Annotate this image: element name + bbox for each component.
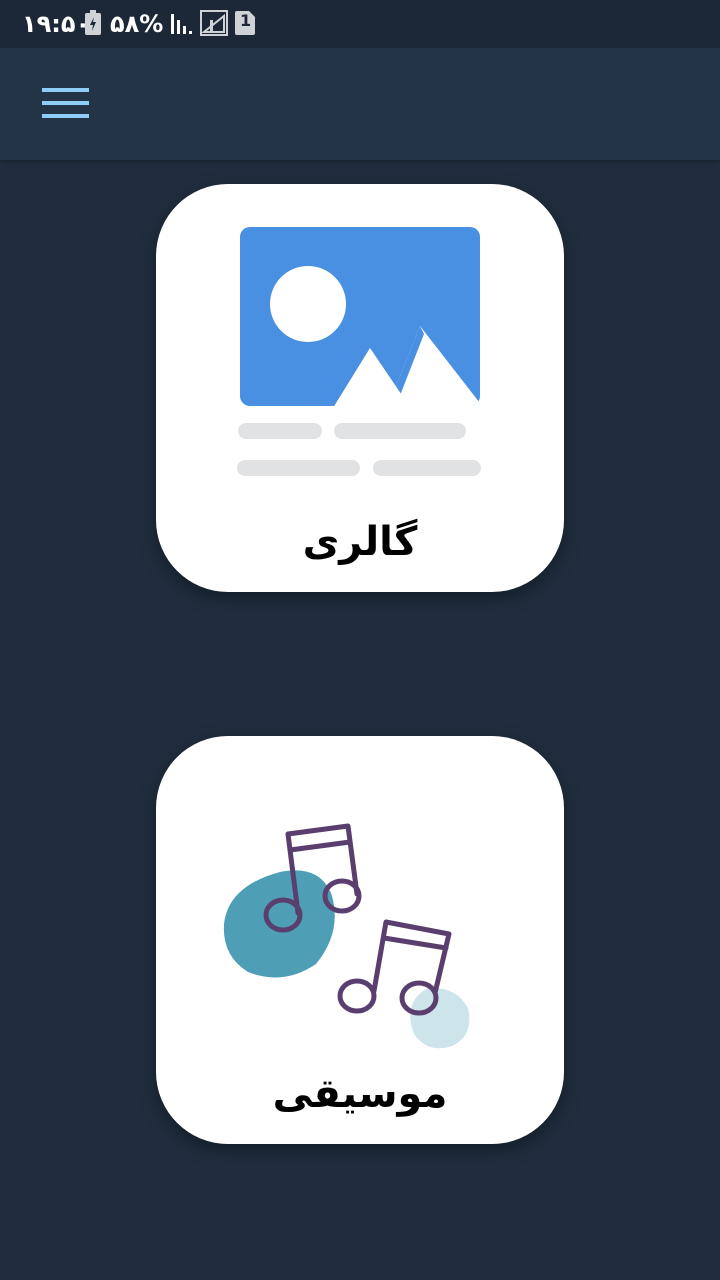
sim-icon: 1 [234, 10, 256, 40]
app-bar [0, 48, 720, 160]
no-signal-icon [200, 10, 228, 40]
battery-charging-icon [84, 10, 102, 40]
sim-badge: 1 [240, 11, 252, 30]
hamburger-menu-icon [42, 88, 89, 118]
signal-icon [170, 10, 196, 40]
gallery-image-icon [237, 227, 481, 476]
music-notes-icon [223, 823, 470, 1049]
status-bar: ۱۹:۵۰ ۵۸% 1 [0, 0, 720, 48]
battery-percent: ۵۸% [110, 10, 164, 38]
gallery-label: گالری [302, 519, 418, 565]
gallery-card[interactable]: گالری [156, 184, 564, 592]
status-time: ۱۹:۵۰ [22, 10, 91, 38]
music-label: موسیقی [272, 1071, 448, 1117]
menu-button[interactable] [30, 74, 100, 134]
music-card[interactable]: موسیقی [156, 736, 564, 1144]
